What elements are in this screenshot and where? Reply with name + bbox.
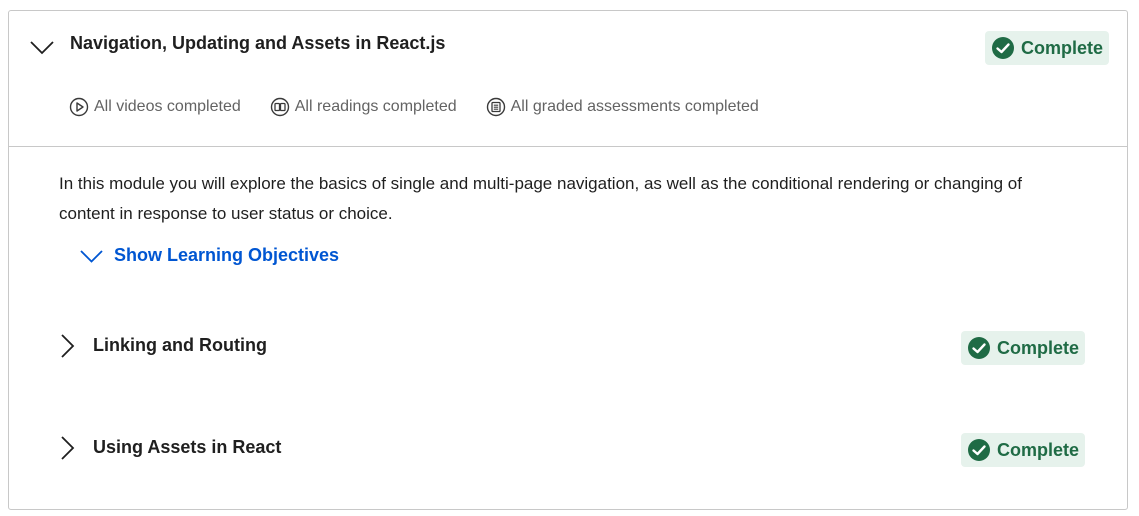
lesson-status-badge: Complete (961, 433, 1086, 467)
lesson-status-label: Complete (997, 337, 1080, 358)
lesson-status-badge: Complete (961, 331, 1086, 365)
module-title[interactable]: Navigation, Updating and Assets in React… (70, 33, 445, 54)
lesson-title[interactable]: Using Assets in React (93, 437, 281, 458)
lesson-row[interactable]: Linking and Routing Complete (9, 327, 1127, 367)
chevron-right-icon[interactable] (59, 435, 75, 461)
completion-stats: All videos completed All readings comple… (69, 97, 788, 117)
module-header[interactable]: Navigation, Updating and Assets in React… (9, 11, 1127, 147)
stat-videos-label: All videos completed (94, 98, 241, 115)
assignment-icon (486, 97, 505, 117)
book-open-icon (270, 97, 289, 117)
lesson-status-label: Complete (997, 439, 1080, 460)
module-status-label: Complete (1021, 37, 1104, 58)
stat-videos: All videos completed (69, 97, 241, 117)
check-circle-icon (967, 336, 991, 360)
check-circle-icon (967, 438, 991, 462)
chevron-right-icon[interactable] (59, 333, 75, 359)
chevron-down-icon[interactable] (29, 39, 55, 55)
module-card: Navigation, Updating and Assets in React… (8, 10, 1128, 510)
stat-readings: All readings completed (270, 97, 457, 117)
play-circle-icon (69, 97, 89, 117)
stat-assessments-label: All graded assessments completed (510, 98, 759, 115)
stat-assessments: All graded assessments completed (486, 97, 759, 117)
module-status-badge: Complete (985, 31, 1110, 65)
chevron-down-icon (80, 249, 103, 263)
check-circle-icon (991, 36, 1015, 60)
show-learning-objectives-button[interactable]: Show Learning Objectives (79, 245, 339, 266)
stat-readings-label: All readings completed (294, 98, 457, 115)
show-learning-objectives-label[interactable]: Show Learning Objectives (114, 245, 339, 266)
module-description: In this module you will explore the basi… (59, 174, 1022, 223)
lesson-row[interactable]: Using Assets in React Complete (9, 429, 1127, 469)
lesson-title[interactable]: Linking and Routing (93, 335, 267, 356)
